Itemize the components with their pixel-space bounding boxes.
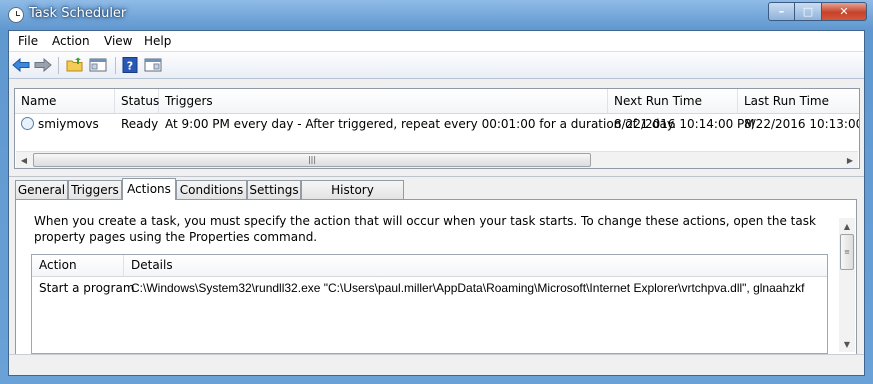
client-area: File Action View Help ? Name Status Trig…: [8, 30, 865, 376]
scroll-left-icon[interactable]: ◀: [16, 152, 32, 168]
table-row[interactable]: Start a program C:\Windows\System32\rund…: [32, 278, 827, 300]
svg-text:?: ?: [127, 60, 133, 73]
horizontal-scrollbar[interactable]: ◀ ||| ▶: [16, 151, 858, 168]
actions-description: When you create a task, you must specify…: [34, 214, 816, 244]
menu-view[interactable]: View: [104, 34, 132, 48]
action-details: C:\Windows\System32\rundll32.exe "C:\Use…: [131, 281, 805, 295]
column-header-name[interactable]: Name: [15, 89, 115, 113]
tab-triggers[interactable]: Triggers: [68, 180, 122, 199]
actions-list-header: Action Details: [32, 255, 827, 277]
scroll-thumb[interactable]: ≡: [840, 234, 854, 270]
scroll-right-icon[interactable]: ▶: [842, 152, 858, 168]
toolbar-separator: [58, 57, 59, 74]
scroll-up-icon[interactable]: ▲: [839, 218, 855, 234]
table-row[interactable]: smiymovs Ready At 9:00 PM every day - Af…: [15, 113, 859, 135]
close-button[interactable]: ✕: [822, 2, 867, 21]
maximize-button[interactable]: □: [795, 2, 822, 21]
actions-tab-page: When you create a task, you must specify…: [15, 199, 857, 355]
scroll-down-icon[interactable]: ▼: [839, 336, 855, 352]
minimize-button[interactable]: –: [768, 2, 795, 21]
actions-list: Action Details Start a program C:\Window…: [31, 254, 828, 354]
column-header-action[interactable]: Action: [32, 255, 124, 276]
task-triggers: At 9:00 PM every day - After triggered, …: [165, 117, 677, 131]
window-title: Task Scheduler: [29, 6, 127, 21]
menu-bar: File Action View Help: [9, 31, 864, 52]
pane-splitter[interactable]: [9, 172, 864, 177]
action-pane-icon[interactable]: [144, 56, 162, 74]
forward-arrow-icon[interactable]: [34, 56, 52, 74]
window-controls: – □ ✕: [768, 2, 867, 21]
column-header-triggers[interactable]: Triggers: [159, 89, 608, 113]
clock-icon: [8, 7, 24, 23]
task-last-run-time: 8/22/2016 10:13:00 PM: [744, 117, 860, 131]
column-header-status[interactable]: Status: [115, 89, 159, 113]
tab-general[interactable]: General: [15, 180, 68, 199]
scroll-thumb[interactable]: |||: [33, 153, 591, 167]
column-header-details[interactable]: Details: [124, 255, 173, 276]
task-name: smiymovs: [38, 117, 99, 131]
menu-file[interactable]: File: [18, 34, 38, 48]
column-header-next-run-time[interactable]: Next Run Time: [608, 89, 738, 113]
toolbar-separator: [115, 57, 116, 74]
folder-up-icon[interactable]: [66, 56, 84, 74]
task-list-header: Name Status Triggers Next Run Time Last …: [15, 89, 859, 114]
status-bar: [9, 354, 864, 375]
help-icon[interactable]: ?: [121, 56, 139, 74]
menu-help[interactable]: Help: [144, 34, 171, 48]
back-arrow-icon[interactable]: [12, 56, 30, 74]
tab-actions[interactable]: Actions: [122, 178, 176, 200]
window-frame: Task Scheduler – □ ✕ File Action View He…: [0, 0, 873, 384]
task-status: Ready: [121, 117, 159, 131]
show-hide-pane-icon[interactable]: [89, 56, 107, 74]
clock-icon: [21, 117, 34, 130]
column-header-last-run-time[interactable]: Last Run Time: [738, 89, 859, 113]
toolbar: ?: [9, 52, 864, 79]
task-next-run-time: 8/22/2016 10:14:00 PM: [614, 117, 755, 131]
tab-history[interactable]: History (disabled): [301, 180, 404, 216]
task-name-cell: smiymovs: [15, 113, 115, 135]
tab-conditions[interactable]: Conditions: [176, 180, 247, 199]
action-type: Start a program: [39, 281, 135, 295]
tab-settings[interactable]: Settings: [247, 180, 301, 199]
title-bar[interactable]: Task Scheduler – □ ✕: [0, 0, 873, 30]
vertical-scrollbar[interactable]: ▲ ≡ ▼: [839, 218, 855, 352]
menu-action[interactable]: Action: [52, 34, 90, 48]
task-list: Name Status Triggers Next Run Time Last …: [14, 88, 860, 169]
